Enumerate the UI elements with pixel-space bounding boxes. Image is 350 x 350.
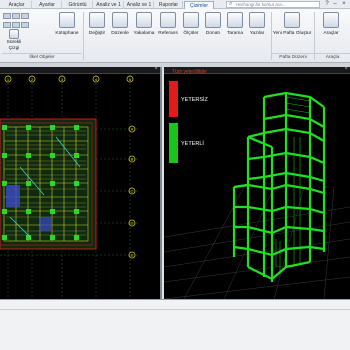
command-search-input[interactable]: ⌕ Herhangi bir komut ara... bbox=[226, 1, 320, 8]
floor-plan-drawing: 1 2 3 4 5ABCDE bbox=[0, 75, 140, 299]
close-icon[interactable]: × bbox=[340, 0, 348, 8]
tab-goruntu[interactable]: Görüntü bbox=[63, 1, 93, 9]
edit-button[interactable]: Düzenle bbox=[109, 12, 131, 52]
plan-viewport[interactable]: × 1 2 3 4 5 A B C D E bbox=[0, 67, 162, 299]
polygon-icon[interactable] bbox=[12, 22, 20, 28]
arc-icon[interactable] bbox=[12, 13, 20, 19]
plan-axis-label: D bbox=[131, 221, 134, 226]
rectangle-icon[interactable] bbox=[3, 22, 11, 28]
small-tools-grid bbox=[3, 13, 33, 28]
modify-icon bbox=[89, 12, 105, 28]
group-tools: Araçla bbox=[315, 53, 350, 61]
hatch-icon bbox=[227, 12, 243, 28]
rebar-icon bbox=[205, 12, 221, 28]
library-button[interactable]: Kütüphane bbox=[55, 12, 79, 52]
tab-ayarlar[interactable]: Ayarlar bbox=[33, 1, 62, 9]
tab-analiz-1[interactable]: Analiz ve 1 bbox=[94, 1, 124, 9]
snap-icon bbox=[136, 12, 152, 28]
ribbon-tab-bar: Araçlar Ayarlar Görüntü Analiz ve 1 Anal… bbox=[0, 0, 350, 9]
plan-axis-label: C bbox=[131, 189, 134, 194]
polyline-icon bbox=[9, 29, 19, 39]
dimensions-button[interactable]: Ölçüler bbox=[181, 12, 201, 52]
modify-button[interactable]: Değiştir bbox=[86, 12, 108, 52]
status-divider bbox=[0, 309, 350, 310]
reference-icon bbox=[160, 12, 176, 28]
tools-button[interactable]: Araçlar bbox=[318, 12, 344, 52]
edit-icon bbox=[112, 12, 128, 28]
tab-araclar[interactable]: Araçlar bbox=[2, 1, 32, 9]
new-sheet-icon bbox=[284, 12, 300, 28]
group-primitives: İlkel Objeler bbox=[2, 53, 82, 61]
circle-icon[interactable] bbox=[21, 13, 29, 19]
group-sheet-layout: Pafta Düzeni bbox=[272, 53, 314, 61]
tools-icon bbox=[323, 12, 339, 28]
search-placeholder: Herhangi bir komut ara... bbox=[236, 2, 286, 7]
point-icon[interactable] bbox=[21, 22, 29, 28]
line-icon[interactable] bbox=[3, 13, 11, 19]
close-icon[interactable]: × bbox=[154, 67, 158, 72]
minimize-icon[interactable]: – bbox=[331, 0, 339, 8]
hatch-button[interactable]: Tarama bbox=[225, 12, 245, 52]
plan-axis-label: E bbox=[131, 253, 134, 258]
library-icon bbox=[59, 12, 75, 28]
dimensions-icon bbox=[183, 12, 199, 28]
search-icon: ⌕ bbox=[229, 1, 233, 7]
plan-axis-label: A bbox=[131, 127, 134, 132]
text-icon bbox=[249, 12, 265, 28]
plan-axis-label: B bbox=[131, 157, 134, 162]
tab-analiz-2[interactable]: Analiz ve 1 bbox=[125, 1, 154, 9]
help-icon[interactable]: ? bbox=[323, 0, 331, 8]
command-status-area[interactable] bbox=[0, 299, 350, 350]
new-sheet-button[interactable]: Yeni Pafta Oluştur bbox=[273, 12, 311, 52]
snap-button[interactable]: Yakalama bbox=[133, 12, 155, 52]
tab-raporlar[interactable]: Raporlar bbox=[155, 1, 183, 9]
3d-building-model bbox=[164, 91, 350, 299]
rebar-button[interactable]: Donatı bbox=[203, 12, 223, 52]
text-button[interactable]: Yazılar bbox=[247, 12, 267, 52]
reference-button[interactable]: Referans bbox=[157, 12, 179, 52]
ribbon-toolbar: Sürekli Çizgi Kütüphane Değiştir Düzenle… bbox=[0, 9, 350, 63]
3d-model-viewport[interactable]: Tüm yeterlilikler × YETERSİZ YETERLİ bbox=[164, 67, 350, 299]
tab-cizimler[interactable]: Çizimler bbox=[184, 1, 214, 9]
plan-viewport-header: × bbox=[0, 67, 160, 74]
